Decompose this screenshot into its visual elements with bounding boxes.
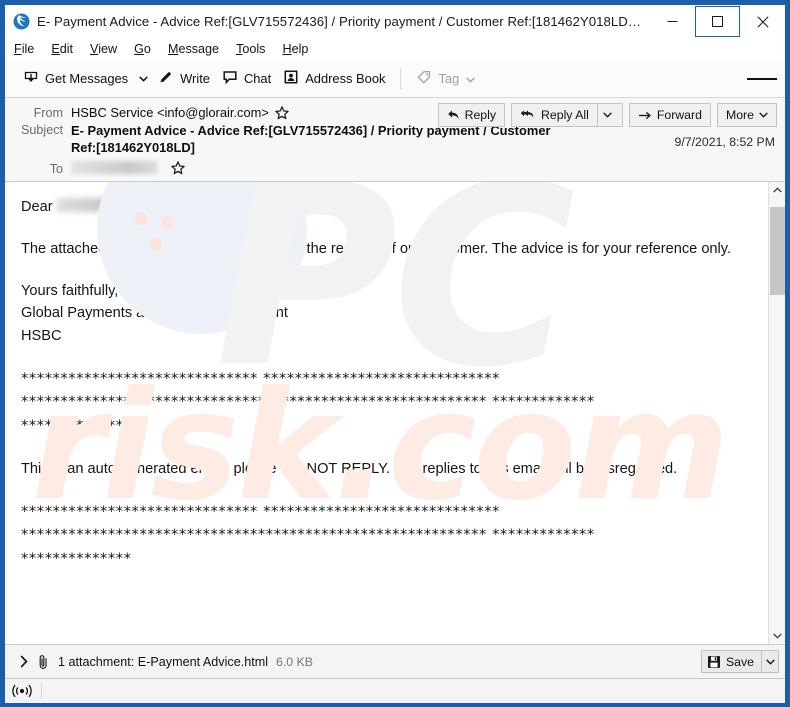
window-title: E- Payment Advice - Advice Ref:[GLV71557… xyxy=(37,14,642,29)
tag-icon xyxy=(416,69,432,88)
scrollbar-track[interactable] xyxy=(769,199,786,627)
divider-2: ****************************** *********… xyxy=(21,502,595,568)
menu-item-go[interactable]: Go xyxy=(134,42,159,56)
scroll-down-button[interactable] xyxy=(769,627,786,644)
signoff-3: HSBC xyxy=(21,327,62,344)
tag-dropdown-caret[interactable] xyxy=(466,71,476,86)
divider-1: ****************************** *********… xyxy=(21,369,595,434)
address-book-button[interactable]: Address Book xyxy=(277,65,391,93)
forward-label: Forward xyxy=(656,108,702,122)
menu-item-message[interactable]: Message xyxy=(168,42,227,56)
chevron-down-icon xyxy=(138,75,148,82)
menu-item-help[interactable]: Help xyxy=(282,42,316,56)
contact-card-icon xyxy=(283,69,299,88)
attachment-bar: 1 attachment: E-Payment Advice.html 6.0 … xyxy=(5,645,785,679)
reply-all-button[interactable]: Reply All xyxy=(511,103,597,127)
paperclip-icon xyxy=(37,654,50,670)
attachment-size: 6.0 KB xyxy=(276,654,313,669)
paragraph-1: The attached e-payment advice is issued … xyxy=(21,241,732,258)
from-value[interactable]: HSBC Service <info@glorair.com> xyxy=(71,105,269,120)
save-dropdown-button[interactable] xyxy=(762,650,779,673)
greeting-line: Dear xyxy=(21,196,750,218)
message-body: PC risk.com Dear The attached e-payment … xyxy=(5,181,768,644)
body-scrollbar[interactable] xyxy=(768,181,786,644)
title-bar: E- Payment Advice - Advice Ref:[GLV71557… xyxy=(5,5,785,38)
chevron-down-icon xyxy=(759,112,768,118)
more-label: More xyxy=(725,108,754,122)
to-value-redacted xyxy=(71,161,157,175)
signoff-1: Yours faithfully, xyxy=(21,283,119,300)
message-date: 9/7/2021, 8:52 PM xyxy=(674,135,776,149)
maximize-button[interactable] xyxy=(695,6,740,37)
online-status-icon[interactable] xyxy=(12,683,32,699)
from-star-icon[interactable] xyxy=(275,105,289,120)
main-toolbar: Get Messages Write Chat Address Book Tag xyxy=(5,60,785,98)
thunderbird-icon xyxy=(13,13,30,30)
window-inner: E- Payment Advice - Advice Ref:[GLV71557… xyxy=(5,5,785,703)
subject-label: Subject xyxy=(20,123,63,137)
save-label: Save xyxy=(725,654,754,669)
forward-button[interactable]: Forward xyxy=(628,103,711,127)
pencil-icon xyxy=(158,69,174,88)
chat-label: Chat xyxy=(243,71,272,86)
menu-item-tools[interactable]: Tools xyxy=(236,42,273,56)
more-button[interactable]: More xyxy=(716,103,777,127)
greeting-text: Dear xyxy=(21,198,53,215)
get-messages-dropdown[interactable] xyxy=(134,65,152,93)
reply-arrow-icon xyxy=(447,110,458,120)
attachment-expand-button[interactable] xyxy=(15,655,33,668)
toolbar-separator xyxy=(400,67,402,90)
tag-button[interactable]: Tag xyxy=(410,65,481,93)
chevron-up-icon xyxy=(772,187,782,193)
to-row: To xyxy=(5,160,785,177)
reply-label: Reply xyxy=(464,108,497,122)
chevron-right-icon xyxy=(20,655,28,668)
address-book-label: Address Book xyxy=(305,71,386,86)
menu-item-view[interactable]: View xyxy=(90,42,125,56)
download-inbox-icon xyxy=(23,69,39,88)
close-button[interactable] xyxy=(740,6,785,37)
speech-bubble-icon xyxy=(222,69,238,88)
reply-all-arrow-icon xyxy=(520,110,534,119)
save-disk-icon xyxy=(707,655,720,668)
greeting-redacted xyxy=(56,197,135,212)
notice-paragraph: This is an auto-generated email, please … xyxy=(21,460,678,477)
signoff-2: Global Payments and Cash Management xyxy=(21,305,288,322)
attachment-text[interactable]: 1 attachment: E-Payment Advice.html xyxy=(58,655,268,669)
minimize-button[interactable] xyxy=(650,6,695,37)
reply-all-label: Reply All xyxy=(541,108,589,122)
tag-label: Tag xyxy=(438,71,460,86)
menu-bar: File Edit View Go Message Tools Help xyxy=(5,38,785,60)
chevron-down-icon xyxy=(772,632,782,639)
forward-arrow-icon xyxy=(638,111,651,119)
get-messages-button[interactable]: Get Messages xyxy=(17,65,134,93)
message-header-right: Reply Reply All Forward More 9/7/2021, 8… xyxy=(432,103,777,149)
status-bar xyxy=(5,679,785,703)
write-label: Write xyxy=(180,71,210,86)
menu-item-edit[interactable]: Edit xyxy=(51,42,81,56)
message-body-wrap: PC risk.com Dear The attached e-payment … xyxy=(5,181,786,645)
scroll-up-button[interactable] xyxy=(769,182,786,199)
to-star-icon[interactable] xyxy=(171,161,185,175)
reply-button[interactable]: Reply xyxy=(437,103,506,127)
status-separator xyxy=(41,683,42,699)
menu-item-file[interactable]: File xyxy=(14,42,42,56)
to-value-wrap xyxy=(71,161,777,175)
chat-button[interactable]: Chat xyxy=(216,65,277,93)
get-messages-label: Get Messages xyxy=(45,71,129,86)
message-action-buttons: Reply Reply All Forward More xyxy=(432,103,777,127)
chevron-down-icon xyxy=(603,112,612,118)
from-label: From xyxy=(33,106,63,120)
reply-all-dropdown[interactable] xyxy=(596,103,623,127)
write-button[interactable]: Write xyxy=(152,65,216,93)
hamburger-menu-icon[interactable] xyxy=(747,65,777,93)
save-attachment-button[interactable]: Save xyxy=(700,650,762,673)
thunderbird-window: E- Payment Advice - Advice Ref:[GLV71557… xyxy=(0,0,790,707)
message-header: Reply Reply All Forward More 9/7/2021, 8… xyxy=(5,98,785,182)
title-bar-left: E- Payment Advice - Advice Ref:[GLV71557… xyxy=(5,13,650,30)
to-label: To xyxy=(49,161,63,176)
chevron-down-icon xyxy=(765,658,775,665)
scrollbar-thumb[interactable] xyxy=(769,206,785,295)
